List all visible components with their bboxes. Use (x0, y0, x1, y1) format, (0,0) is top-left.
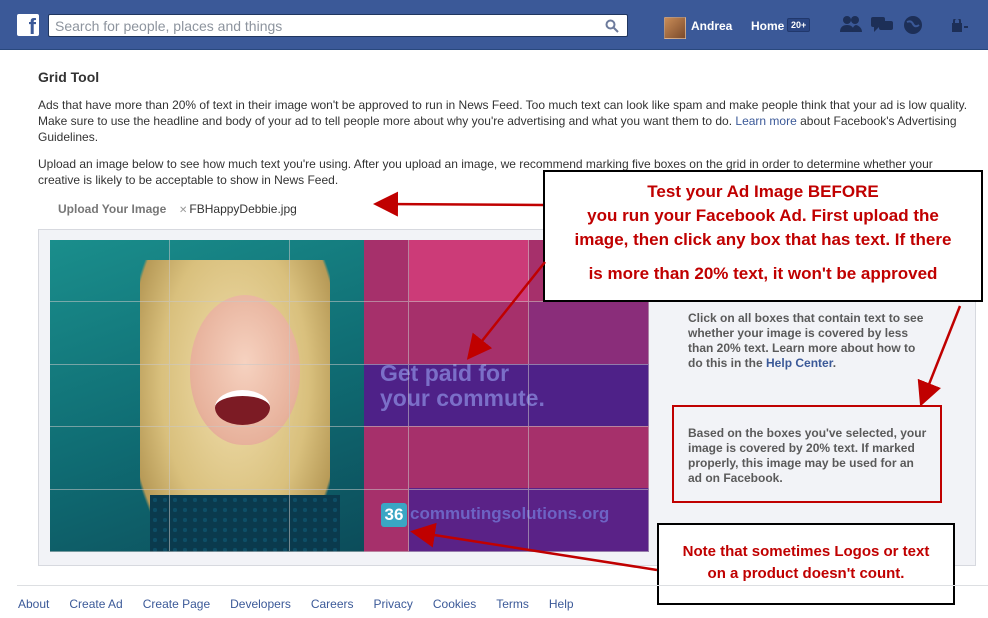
footer-link-careers[interactable]: Careers (311, 597, 354, 611)
footer-link-about[interactable]: About (18, 597, 49, 611)
footer-link-privacy[interactable]: Privacy (374, 597, 413, 611)
footer-links: About Create Ad Create Page Developers Caree… (18, 597, 594, 611)
footer-link-create-ad[interactable]: Create Ad (69, 597, 122, 611)
footer-divider (17, 585, 988, 586)
annotation-arrows (373, 191, 962, 572)
footer-link-create-page[interactable]: Create Page (143, 597, 210, 611)
footer-link-developers[interactable]: Developers (230, 597, 291, 611)
footer-link-help[interactable]: Help (549, 597, 574, 611)
arrow-to-grid (466, 261, 546, 360)
arrow-to-result (917, 305, 962, 407)
arrow-to-logo (410, 522, 658, 572)
footer-link-terms[interactable]: Terms (496, 597, 529, 611)
arrow-to-upload (373, 191, 544, 217)
footer-link-cookies[interactable]: Cookies (433, 597, 476, 611)
